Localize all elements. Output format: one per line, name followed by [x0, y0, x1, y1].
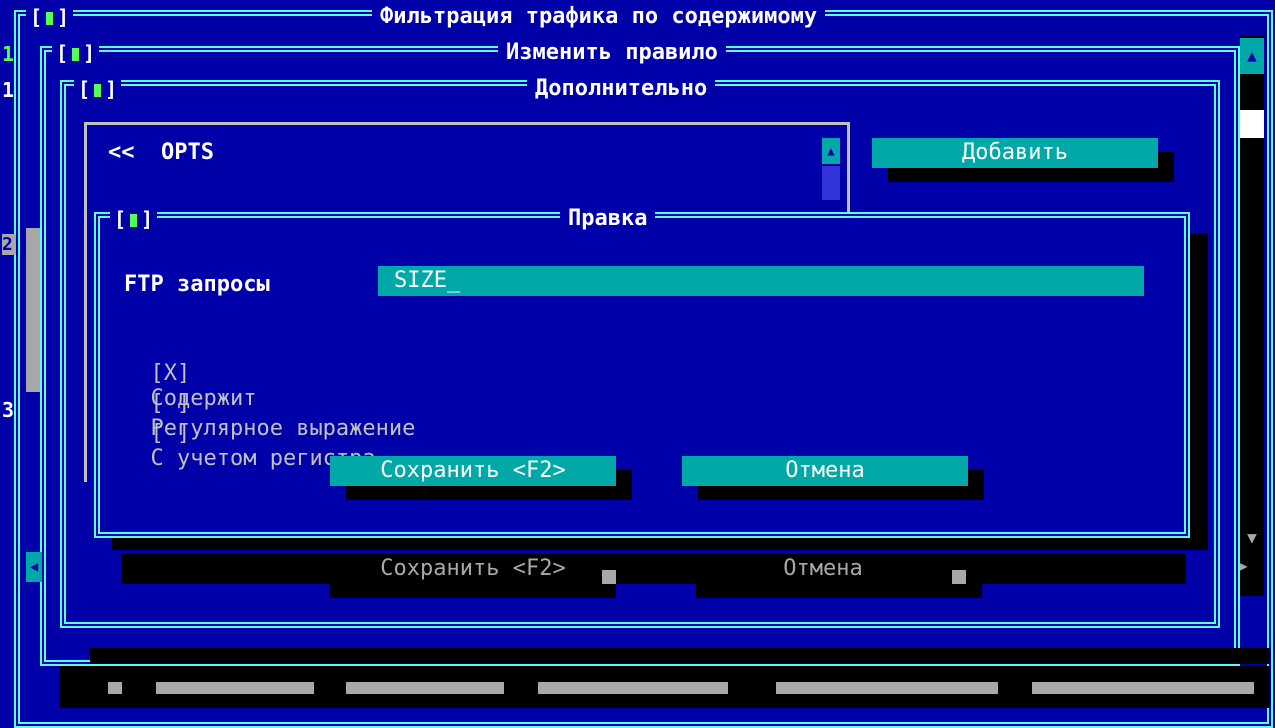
left-scroll-marker-3: 3 — [2, 398, 15, 422]
advanced-title: Дополнительно — [527, 76, 716, 102]
dialog-cancel-button[interactable]: Отмена — [682, 456, 968, 486]
scroll-up-arrow-icon[interactable]: ▲ — [1240, 38, 1264, 74]
main-window-title: Фильтрация трафика по содержимому — [372, 4, 826, 30]
bottom-shadow-bar — [90, 648, 1270, 664]
advanced-cancel-button[interactable]: Отмена — [680, 554, 966, 584]
scroll-down-arrow-icon[interactable]: ▼ — [1240, 520, 1264, 556]
add-button[interactable]: Добавить — [872, 138, 1158, 168]
line-number-1: 1 — [2, 42, 15, 66]
ftp-requests-input[interactable] — [378, 266, 1144, 296]
scroll-thumb[interactable] — [1240, 110, 1264, 138]
scroll-right-arrow-icon[interactable]: ▶ — [1238, 552, 1258, 580]
bottom-bar-segment-4 — [538, 682, 728, 694]
bottom-bar-segment-2 — [156, 682, 314, 694]
advanced-save-shadow — [330, 584, 616, 598]
advanced-cancel-shadow-marker — [952, 570, 966, 584]
advanced-close-box[interactable]: [] — [74, 76, 122, 102]
left-scroll-marker-2: 2 — [2, 234, 16, 255]
options-list-item[interactable]: << OPTS — [108, 140, 214, 165]
list-scroll-up-icon[interactable]: ▲ — [822, 138, 840, 164]
bottom-bar-segment-6 — [1032, 682, 1254, 694]
scroll-left-arrow-icon[interactable]: ◀ — [26, 552, 42, 582]
checkbox-case-mark: [ ] — [150, 421, 191, 446]
ftp-requests-input-value: SIZE_ — [394, 268, 461, 293]
main-window-close-box[interactable]: [] — [26, 4, 74, 30]
bottom-bar-segment-3 — [346, 682, 504, 694]
advanced-save-shadow-marker — [602, 570, 616, 584]
line-number-2: 1 — [2, 78, 15, 102]
edit-dialog-close-box[interactable]: [] — [110, 206, 158, 232]
edit-rule-close-box[interactable]: [] — [52, 40, 100, 66]
list-scroll-track[interactable] — [822, 166, 840, 200]
advanced-save-button[interactable]: Сохранить <F2> — [330, 554, 616, 584]
ftp-requests-label: FTP запросы — [124, 272, 270, 297]
edit-dialog-title: Правка — [560, 206, 656, 232]
bottom-bar-segment-1 — [108, 682, 122, 694]
edit-rule-title: Изменить правило — [498, 40, 726, 66]
dialog-save-button[interactable]: Сохранить <F2> — [330, 456, 616, 486]
bottom-bar-segment-5 — [776, 682, 998, 694]
advanced-cancel-shadow — [696, 584, 982, 598]
left-scrollbar-track[interactable] — [26, 228, 40, 392]
advanced-button-bar — [122, 554, 1186, 584]
